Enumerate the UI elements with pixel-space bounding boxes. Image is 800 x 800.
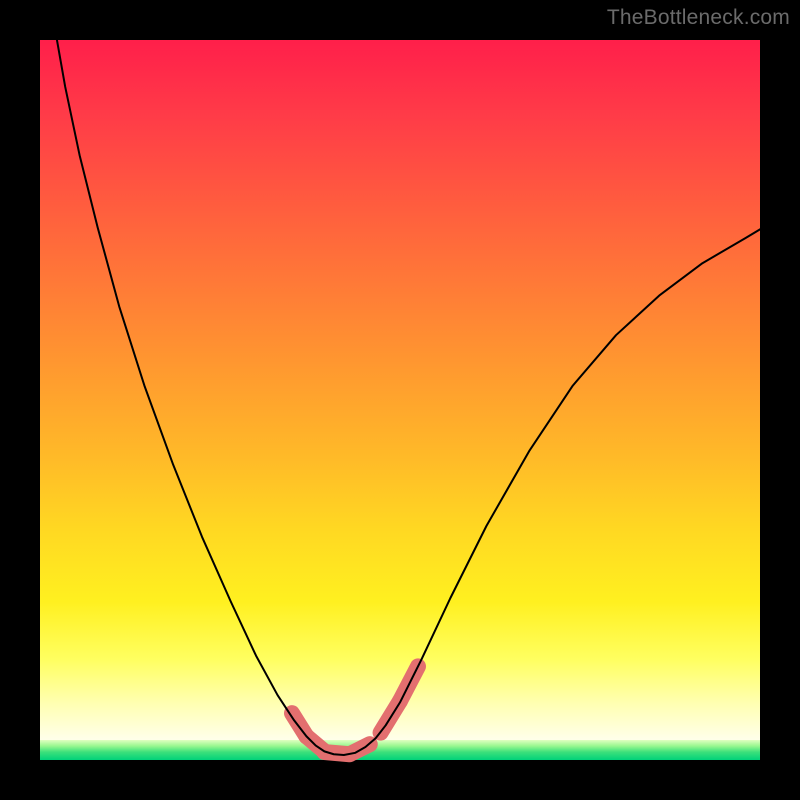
curve-layer [40,40,760,760]
bottleneck-curve [54,26,763,755]
plot-area [40,40,760,760]
chart-frame: TheBottleneck.com [0,0,800,800]
watermark-text: TheBottleneck.com [607,6,790,30]
